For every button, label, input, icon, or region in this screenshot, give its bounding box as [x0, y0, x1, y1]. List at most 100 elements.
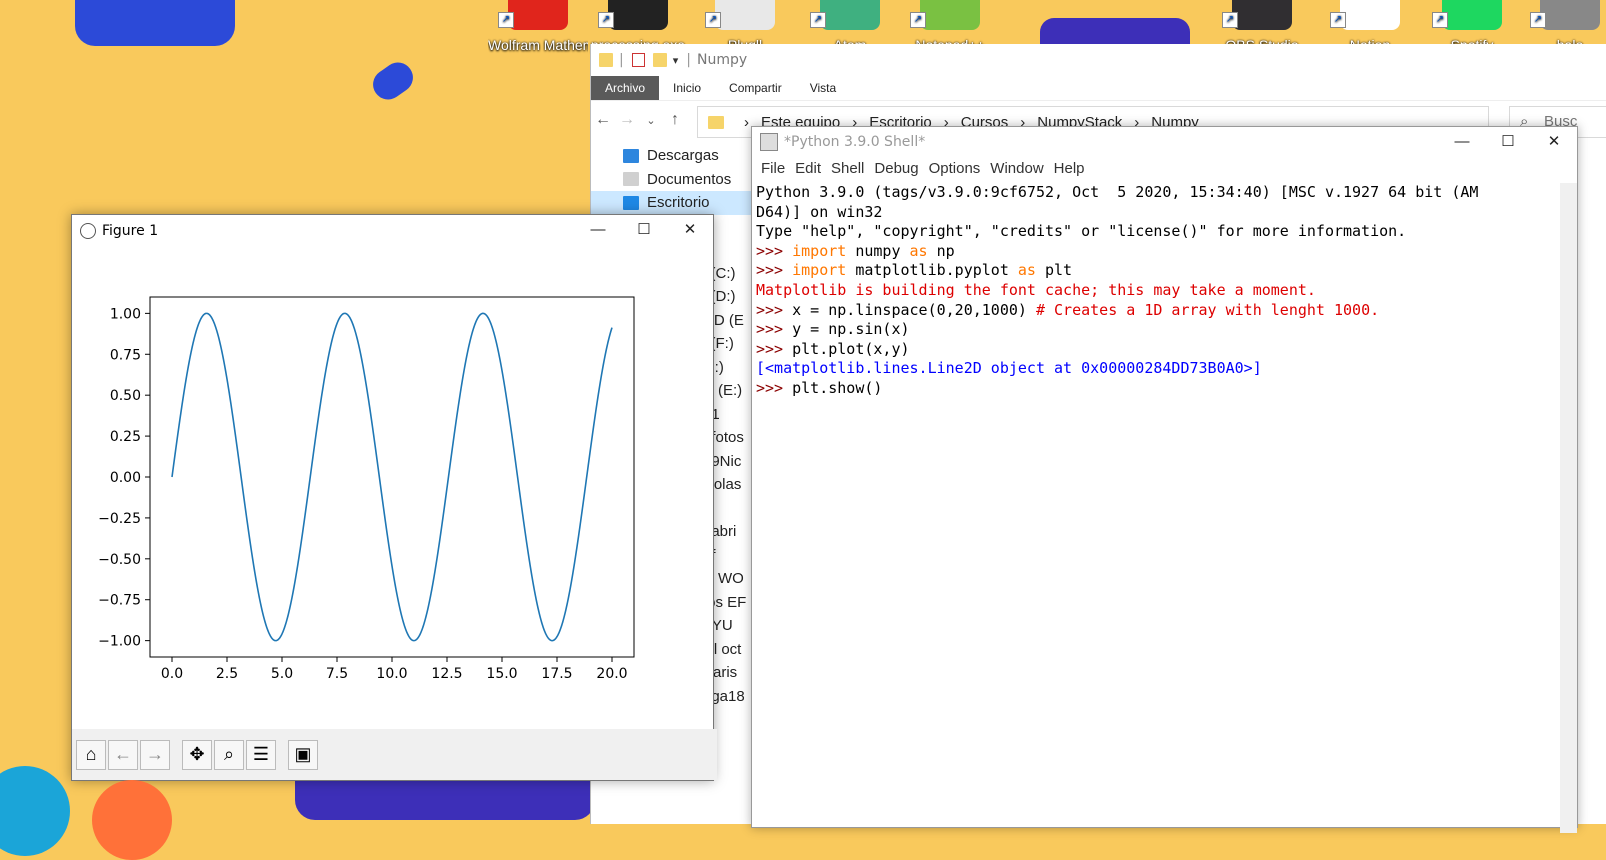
python-shell-window[interactable]: *Python 3.9.0 Shell* — ☐ ✕ File Edit She…	[751, 126, 1578, 833]
ribbon-tab-archivo[interactable]: Archivo	[591, 76, 660, 100]
menu-shell[interactable]: Shell	[826, 157, 869, 181]
ribbon-tab-vista[interactable]: Vista	[796, 76, 850, 100]
save-icon[interactable]: ▣	[288, 739, 318, 770]
desktop-icon[interactable]: ↗ Wolfram Mathemat	[488, 0, 588, 72]
folder-icon	[708, 115, 724, 129]
explorer-title: Numpy	[696, 52, 748, 68]
code-line: >>> plt.plot(x,y)	[756, 340, 1546, 360]
maximize-icon[interactable]: ☐	[1485, 127, 1531, 157]
forward-icon[interactable]: →	[140, 739, 170, 770]
code: plt.plot(x,y)	[792, 339, 910, 358]
menu-file[interactable]: File	[756, 157, 790, 181]
y-tick-label: 0.50	[110, 388, 141, 404]
warning-line: Matplotlib is building the font cache; t…	[756, 280, 1316, 299]
close-icon[interactable]: ✕	[1531, 127, 1577, 157]
new-folder-icon[interactable]	[652, 53, 667, 67]
x-tick-label: 5.0	[271, 666, 293, 682]
nav-item[interactable]: Documentos	[591, 168, 751, 192]
code: plt.show()	[792, 378, 883, 397]
figure-title: Figure 1	[102, 223, 159, 239]
shell-output[interactable]: Python 3.9.0 (tags/v3.9.0:9cf6752, Oct 5…	[756, 183, 1546, 399]
shortcut-arrow-icon: ↗	[1432, 12, 1448, 28]
configure-icon[interactable]: ☰	[246, 739, 276, 770]
shortcut-arrow-icon: ↗	[498, 12, 514, 28]
app-icon	[1540, 0, 1600, 30]
app-icon	[508, 0, 568, 30]
comment: # Creates a 1D array with lenght 1000.	[1035, 300, 1380, 319]
ribbon-tab-inicio[interactable]: Inicio	[659, 76, 715, 100]
prompt: >>>	[756, 320, 793, 339]
app-icon	[820, 0, 880, 30]
matplotlib-figure-window[interactable]: Figure 1 — ☐ ✕ 0.0 2.5 5.0 7.5 10.0 12.5 15.0 1…	[71, 214, 717, 781]
firefox-icon[interactable]	[92, 780, 172, 860]
y-tick-label: −0.75	[98, 593, 141, 609]
menu-window[interactable]: Window	[985, 157, 1048, 181]
banner-line: Python 3.9.0 (tags/v3.9.0:9cf6752, Oct 5…	[756, 183, 1479, 201]
separator-icon: |	[686, 52, 691, 68]
desktop-icon	[623, 195, 639, 210]
minimize-icon[interactable]: —	[575, 215, 621, 245]
code: x = np.linspace(0,20,1000)	[792, 300, 1036, 319]
x-tick-label: 0.0	[161, 666, 183, 682]
shortcut-arrow-icon: ↗	[1222, 12, 1238, 28]
shortcut-arrow-icon: ↗	[598, 12, 614, 28]
code-line: >>> x = np.linspace(0,20,1000) # Creates…	[756, 301, 1546, 321]
close-icon[interactable]: ✕	[667, 215, 713, 245]
keyword: import	[792, 261, 847, 280]
keyword: as	[909, 241, 928, 260]
nav-item[interactable]: Escritorio	[591, 191, 751, 215]
menu-edit[interactable]: Edit	[790, 157, 826, 181]
prompt: >>>	[756, 339, 793, 358]
up-icon[interactable]: ↑	[663, 111, 687, 129]
code-line: >>> plt.show()	[756, 379, 1546, 399]
back-icon[interactable]: ←	[591, 111, 615, 129]
pan-icon[interactable]: ✥	[182, 739, 212, 770]
zoom-icon[interactable]: ⌕	[214, 739, 244, 770]
nav-item[interactable]: Descargas	[591, 144, 751, 168]
shell-window-controls: — ☐ ✕	[1439, 127, 1577, 157]
documents-icon	[623, 172, 639, 187]
separator-icon: |	[619, 52, 624, 68]
app-icon	[1232, 0, 1292, 30]
y-tick-label: 0.00	[110, 470, 141, 486]
prompt: >>>	[756, 261, 793, 280]
home-icon[interactable]: ⌂	[76, 739, 106, 770]
ribbon-tab-compartir[interactable]: Compartir	[715, 76, 796, 100]
x-tick-label: 15.0	[486, 666, 517, 682]
prompt: >>>	[756, 241, 793, 260]
back-icon[interactable]: ←	[108, 739, 138, 770]
wallpaper-shape-1	[75, 0, 235, 46]
prompt: >>>	[756, 378, 793, 397]
banner-line: D64)] on win32	[756, 202, 883, 221]
keyword: import	[792, 241, 847, 260]
y-tick-label: 1.00	[110, 306, 141, 322]
app-icon	[1340, 0, 1400, 30]
dropdown-icon[interactable]: ▾	[673, 54, 679, 67]
sine-plot[interactable]: 0.0 2.5 5.0 7.5 10.0 12.5 15.0 17.5 20.0 1.00 0.75…	[72, 247, 713, 729]
edge-icon[interactable]	[0, 766, 70, 856]
banner-line: Type "help", "copyright", "credits" or "…	[756, 222, 1407, 241]
minimize-icon[interactable]: —	[1439, 127, 1485, 157]
explorer-ribbon: Archivo Inicio Compartir Vista	[591, 76, 1606, 101]
desktop-icon-label: Wolfram Mathemat	[488, 37, 588, 53]
menu-help[interactable]: Help	[1049, 157, 1090, 181]
properties-icon[interactable]	[631, 53, 645, 67]
code-line: >>> y = np.sin(x)	[756, 320, 1546, 340]
chevron-icon: ›	[744, 113, 749, 131]
y-tick-label: −0.50	[98, 552, 141, 568]
x-tick-label: 2.5	[216, 666, 238, 682]
nav-item-label: Escritorio	[647, 194, 710, 212]
plot-area	[149, 296, 635, 658]
recent-dropdown-icon[interactable]: ⌄	[639, 114, 663, 127]
menu-options[interactable]: Options	[924, 157, 986, 181]
downloads-icon	[623, 148, 639, 163]
vertical-scrollbar[interactable]	[1560, 183, 1577, 833]
code: np	[927, 241, 955, 260]
y-tick-label: −1.00	[98, 634, 141, 650]
menu-debug[interactable]: Debug	[869, 157, 923, 181]
shortcut-arrow-icon: ↗	[910, 12, 926, 28]
maximize-icon[interactable]: ☐	[621, 215, 667, 245]
shortcut-arrow-icon: ↗	[810, 12, 826, 28]
python-icon	[760, 133, 778, 151]
forward-icon[interactable]: →	[615, 111, 639, 129]
